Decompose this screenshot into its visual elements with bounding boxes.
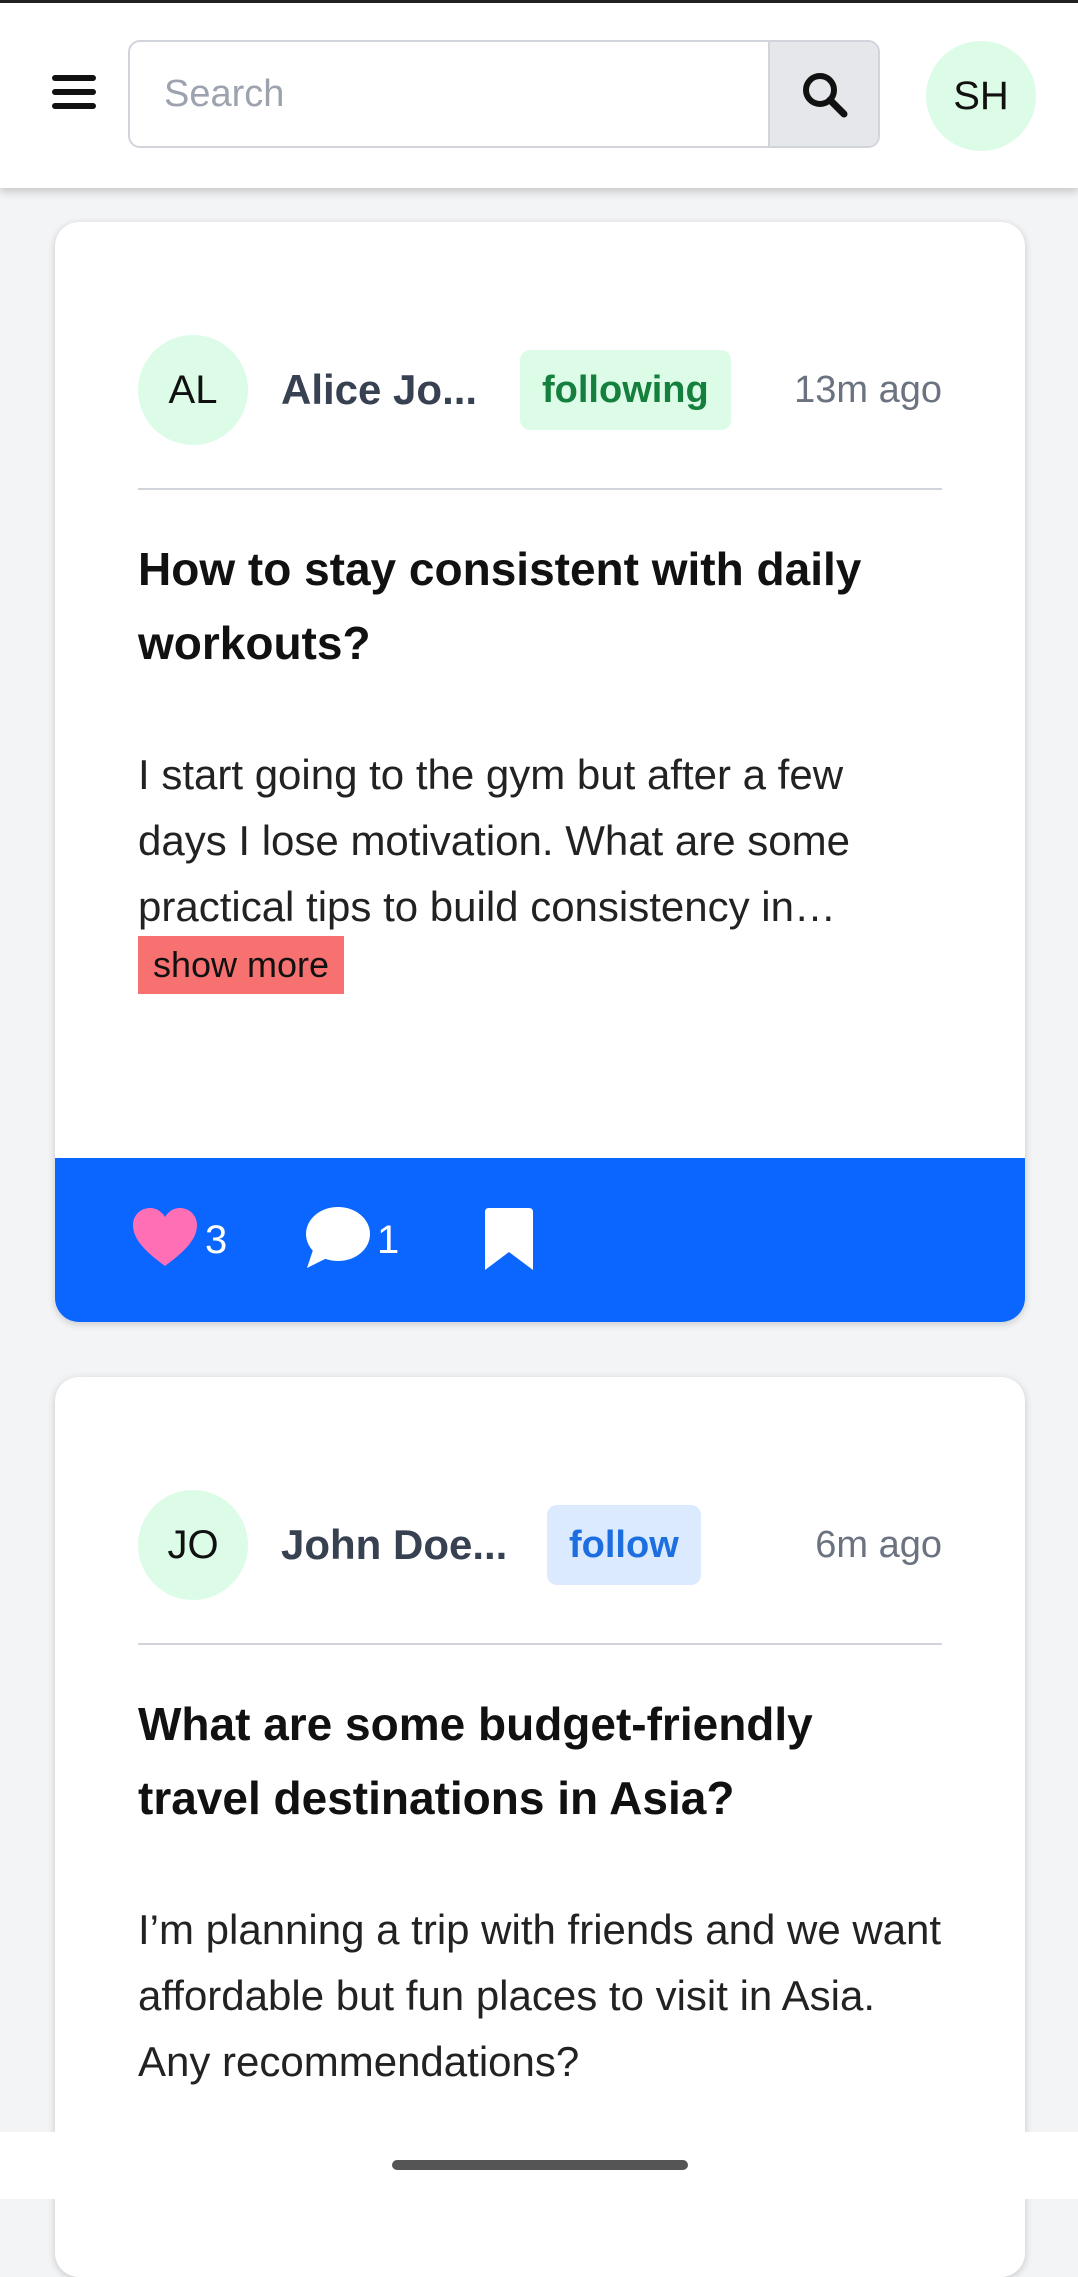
post-title[interactable]: What are some budget-friendly travel des… bbox=[138, 1687, 942, 1835]
post-time: 6m ago bbox=[815, 1524, 942, 1566]
home-indicator[interactable] bbox=[392, 2160, 688, 2170]
divider bbox=[138, 488, 942, 490]
following-button[interactable]: following bbox=[520, 350, 731, 430]
bookmark-icon bbox=[485, 1208, 533, 1270]
like-count: 3 bbox=[205, 1218, 228, 1262]
comment-button[interactable]: 1 bbox=[305, 1158, 405, 1322]
author-name[interactable]: Alice Jo... bbox=[281, 362, 477, 418]
menu-icon[interactable] bbox=[52, 73, 98, 111]
search-bar bbox=[128, 40, 880, 148]
show-more-button[interactable]: show more bbox=[138, 936, 345, 994]
post-time: 13m ago bbox=[794, 369, 942, 411]
author-name[interactable]: John Doe... bbox=[281, 1517, 507, 1573]
divider bbox=[138, 1643, 942, 1645]
search-icon bbox=[803, 73, 848, 118]
post-card: AL Alice Jo... following 13m ago How to … bbox=[55, 222, 1025, 1322]
app-header: SH bbox=[0, 3, 1078, 188]
heart-icon bbox=[133, 1208, 197, 1266]
like-button[interactable]: 3 bbox=[133, 1158, 233, 1322]
post-body: I’m planning a trip with friends and we … bbox=[138, 1906, 942, 2085]
follow-button[interactable]: follow bbox=[547, 1505, 701, 1585]
author-avatar[interactable]: AL bbox=[138, 335, 248, 445]
search-input[interactable] bbox=[130, 42, 770, 146]
search-button[interactable] bbox=[768, 42, 878, 146]
comment-count: 1 bbox=[377, 1218, 400, 1262]
post-action-bar: 3 1 bbox=[55, 1158, 1025, 1322]
bookmark-button[interactable] bbox=[485, 1158, 545, 1322]
post-body: I start going to the gym but after a few… bbox=[138, 751, 850, 930]
comment-icon bbox=[306, 1207, 370, 1268]
post-title[interactable]: How to stay consistent with daily workou… bbox=[138, 532, 942, 680]
user-avatar[interactable]: SH bbox=[926, 41, 1036, 151]
author-avatar[interactable]: JO bbox=[138, 1490, 248, 1600]
